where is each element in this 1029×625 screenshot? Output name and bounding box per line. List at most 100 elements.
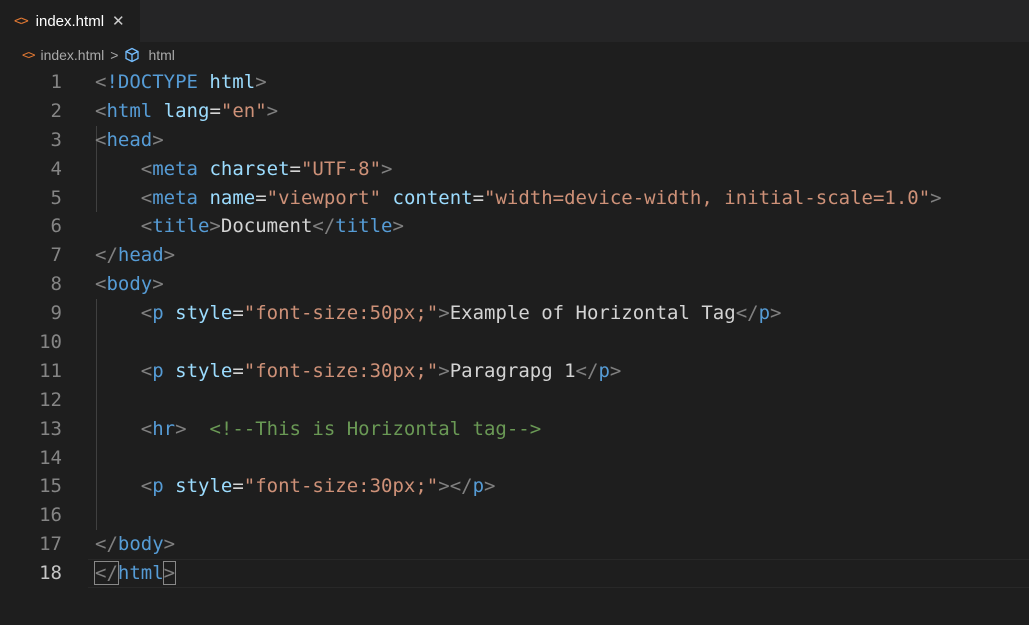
code-tag: head [106, 128, 153, 151]
code-string: "UTF-8" [300, 157, 382, 180]
code-line[interactable]: 16 [0, 501, 1029, 530]
code-editor[interactable]: 1 <!DOCTYPE html> 2 <html lang="en"> 3 <head>… [0, 68, 1029, 588]
code-punctuation: > [609, 359, 622, 382]
code-line[interactable]: 12 [0, 386, 1029, 415]
code-tag: p [598, 359, 610, 382]
code-punctuation: < [95, 71, 107, 93]
code-punctuation: > [438, 359, 450, 382]
code-tag: meta [152, 157, 198, 180]
line-number: 4 [50, 157, 62, 180]
code-line[interactable]: 1 <!DOCTYPE html> [0, 68, 1029, 97]
code-string: "font-size:30px;" [243, 359, 439, 382]
code-line[interactable]: 13 <hr> <!--This is Horizontal tag--> [0, 415, 1029, 444]
code-punctuation: </ [449, 475, 473, 498]
code-text: = [209, 99, 221, 122]
code-text: = [255, 186, 267, 209]
code-content: </html> [94, 559, 177, 588]
code-punctuation: > [163, 244, 176, 267]
code-punctuation: < [140, 157, 153, 180]
code-bracket-match: > [162, 561, 177, 586]
code-punctuation: </ [575, 359, 599, 382]
chevron-right-icon: > [110, 47, 119, 63]
code-content: <html lang="en"> [95, 97, 278, 126]
tab-label: index.html [35, 12, 105, 30]
line-number: 13 [39, 417, 62, 440]
code-text: Document [220, 215, 313, 238]
code-punctuation: </ [312, 215, 336, 238]
breadcrumb: <> index.html > html [0, 42, 1029, 68]
line-number: 10 [39, 331, 62, 354]
code-line[interactable]: 15 <p style="font-size:30px;"></p> [0, 472, 1029, 501]
code-content: <hr> <!--This is Horizontal tag--> [95, 415, 541, 444]
code-line[interactable]: 17 </body> [0, 530, 1029, 559]
line-number: 9 [50, 302, 62, 325]
breadcrumb-file[interactable]: index.html [40, 47, 104, 63]
code-line[interactable]: 3 <head> [0, 126, 1029, 155]
code-punctuation: < [140, 215, 153, 238]
code-comment: <!--This is Horizontal tag--> [209, 417, 542, 440]
html-code-icon: <> [22, 48, 35, 62]
code-bracket-match: </ [94, 561, 119, 586]
code-tag: !DOCTYPE [106, 71, 198, 93]
code-content: <meta charset="UTF-8"> [95, 155, 393, 184]
code-content: <head> [95, 126, 164, 155]
code-text: Example of Horizontal Tag [449, 302, 736, 325]
code-string: "font-size:50px;" [243, 302, 439, 325]
code-attribute: name [209, 186, 256, 209]
code-punctuation: > [152, 273, 164, 296]
code-punctuation: > [152, 128, 164, 151]
code-punctuation: < [95, 273, 107, 296]
code-tag: body [106, 273, 153, 296]
code-content: <p style="font-size:30px;">Paragrapg 1</… [95, 357, 622, 386]
code-line[interactable]: 9 <p style="font-size:50px;">Example of … [0, 299, 1029, 328]
code-tag: p [152, 359, 164, 382]
code-line[interactable]: 6 <title>Document</title> [0, 212, 1029, 241]
line-number: 5 [50, 186, 62, 209]
code-line[interactable]: 2 <html lang="en"> [0, 97, 1029, 126]
code-line[interactable]: 14 [0, 444, 1029, 473]
line-number: 7 [50, 244, 62, 267]
code-tag: title [152, 215, 210, 238]
code-punctuation: > [175, 417, 187, 440]
line-number: 1 [50, 71, 62, 93]
code-line[interactable]: 7 </head> [0, 241, 1029, 270]
code-attribute: html [209, 71, 256, 93]
breadcrumb-symbol[interactable]: html [148, 47, 174, 63]
code-attribute: lang [163, 99, 210, 122]
line-number: 18 [39, 562, 62, 585]
tab-index-html[interactable]: <> index.html ✕ [0, 0, 140, 42]
code-line[interactable]: 10 [0, 328, 1029, 357]
code-tag: p [758, 302, 771, 325]
code-punctuation: < [140, 359, 153, 382]
code-punctuation: < [140, 417, 153, 440]
line-number: 14 [39, 446, 62, 469]
code-string: "font-size:30px;" [243, 475, 439, 498]
code-text: Paragrapg 1 [449, 359, 576, 382]
code-punctuation: </ [95, 244, 118, 267]
code-string: "en" [220, 99, 267, 122]
code-tag: title [335, 215, 393, 238]
code-content: <p style="font-size:50px;">Example of Ho… [95, 299, 782, 328]
code-line[interactable]: 18 </html> [0, 559, 1029, 588]
close-icon[interactable]: ✕ [112, 12, 125, 30]
code-punctuation: > [930, 186, 942, 209]
code-punctuation: </ [95, 533, 118, 556]
code-text: = [289, 157, 301, 180]
code-punctuation: < [140, 302, 153, 325]
code-line[interactable]: 4 <meta charset="UTF-8"> [0, 155, 1029, 184]
code-line[interactable]: 8 <body> [0, 270, 1029, 299]
code-punctuation: > [255, 71, 267, 93]
html-code-icon: <> [14, 13, 29, 29]
code-line[interactable]: 11 <p style="font-size:30px;">Paragrapg … [0, 357, 1029, 386]
code-attribute: style [175, 359, 233, 382]
code-line[interactable]: 5 <meta name="viewport" content="width=d… [0, 184, 1029, 213]
